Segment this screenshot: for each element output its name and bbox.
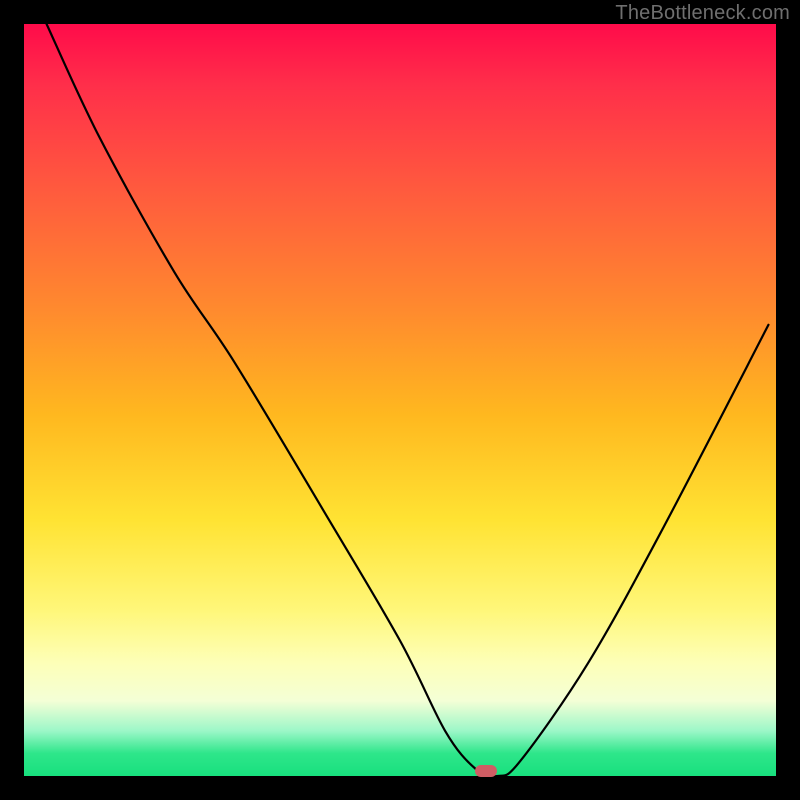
optimal-marker	[475, 765, 497, 777]
bottleneck-curve	[24, 24, 776, 776]
watermark-text: TheBottleneck.com	[615, 2, 790, 25]
plot-area	[24, 24, 776, 776]
chart-frame: TheBottleneck.com	[0, 0, 800, 800]
